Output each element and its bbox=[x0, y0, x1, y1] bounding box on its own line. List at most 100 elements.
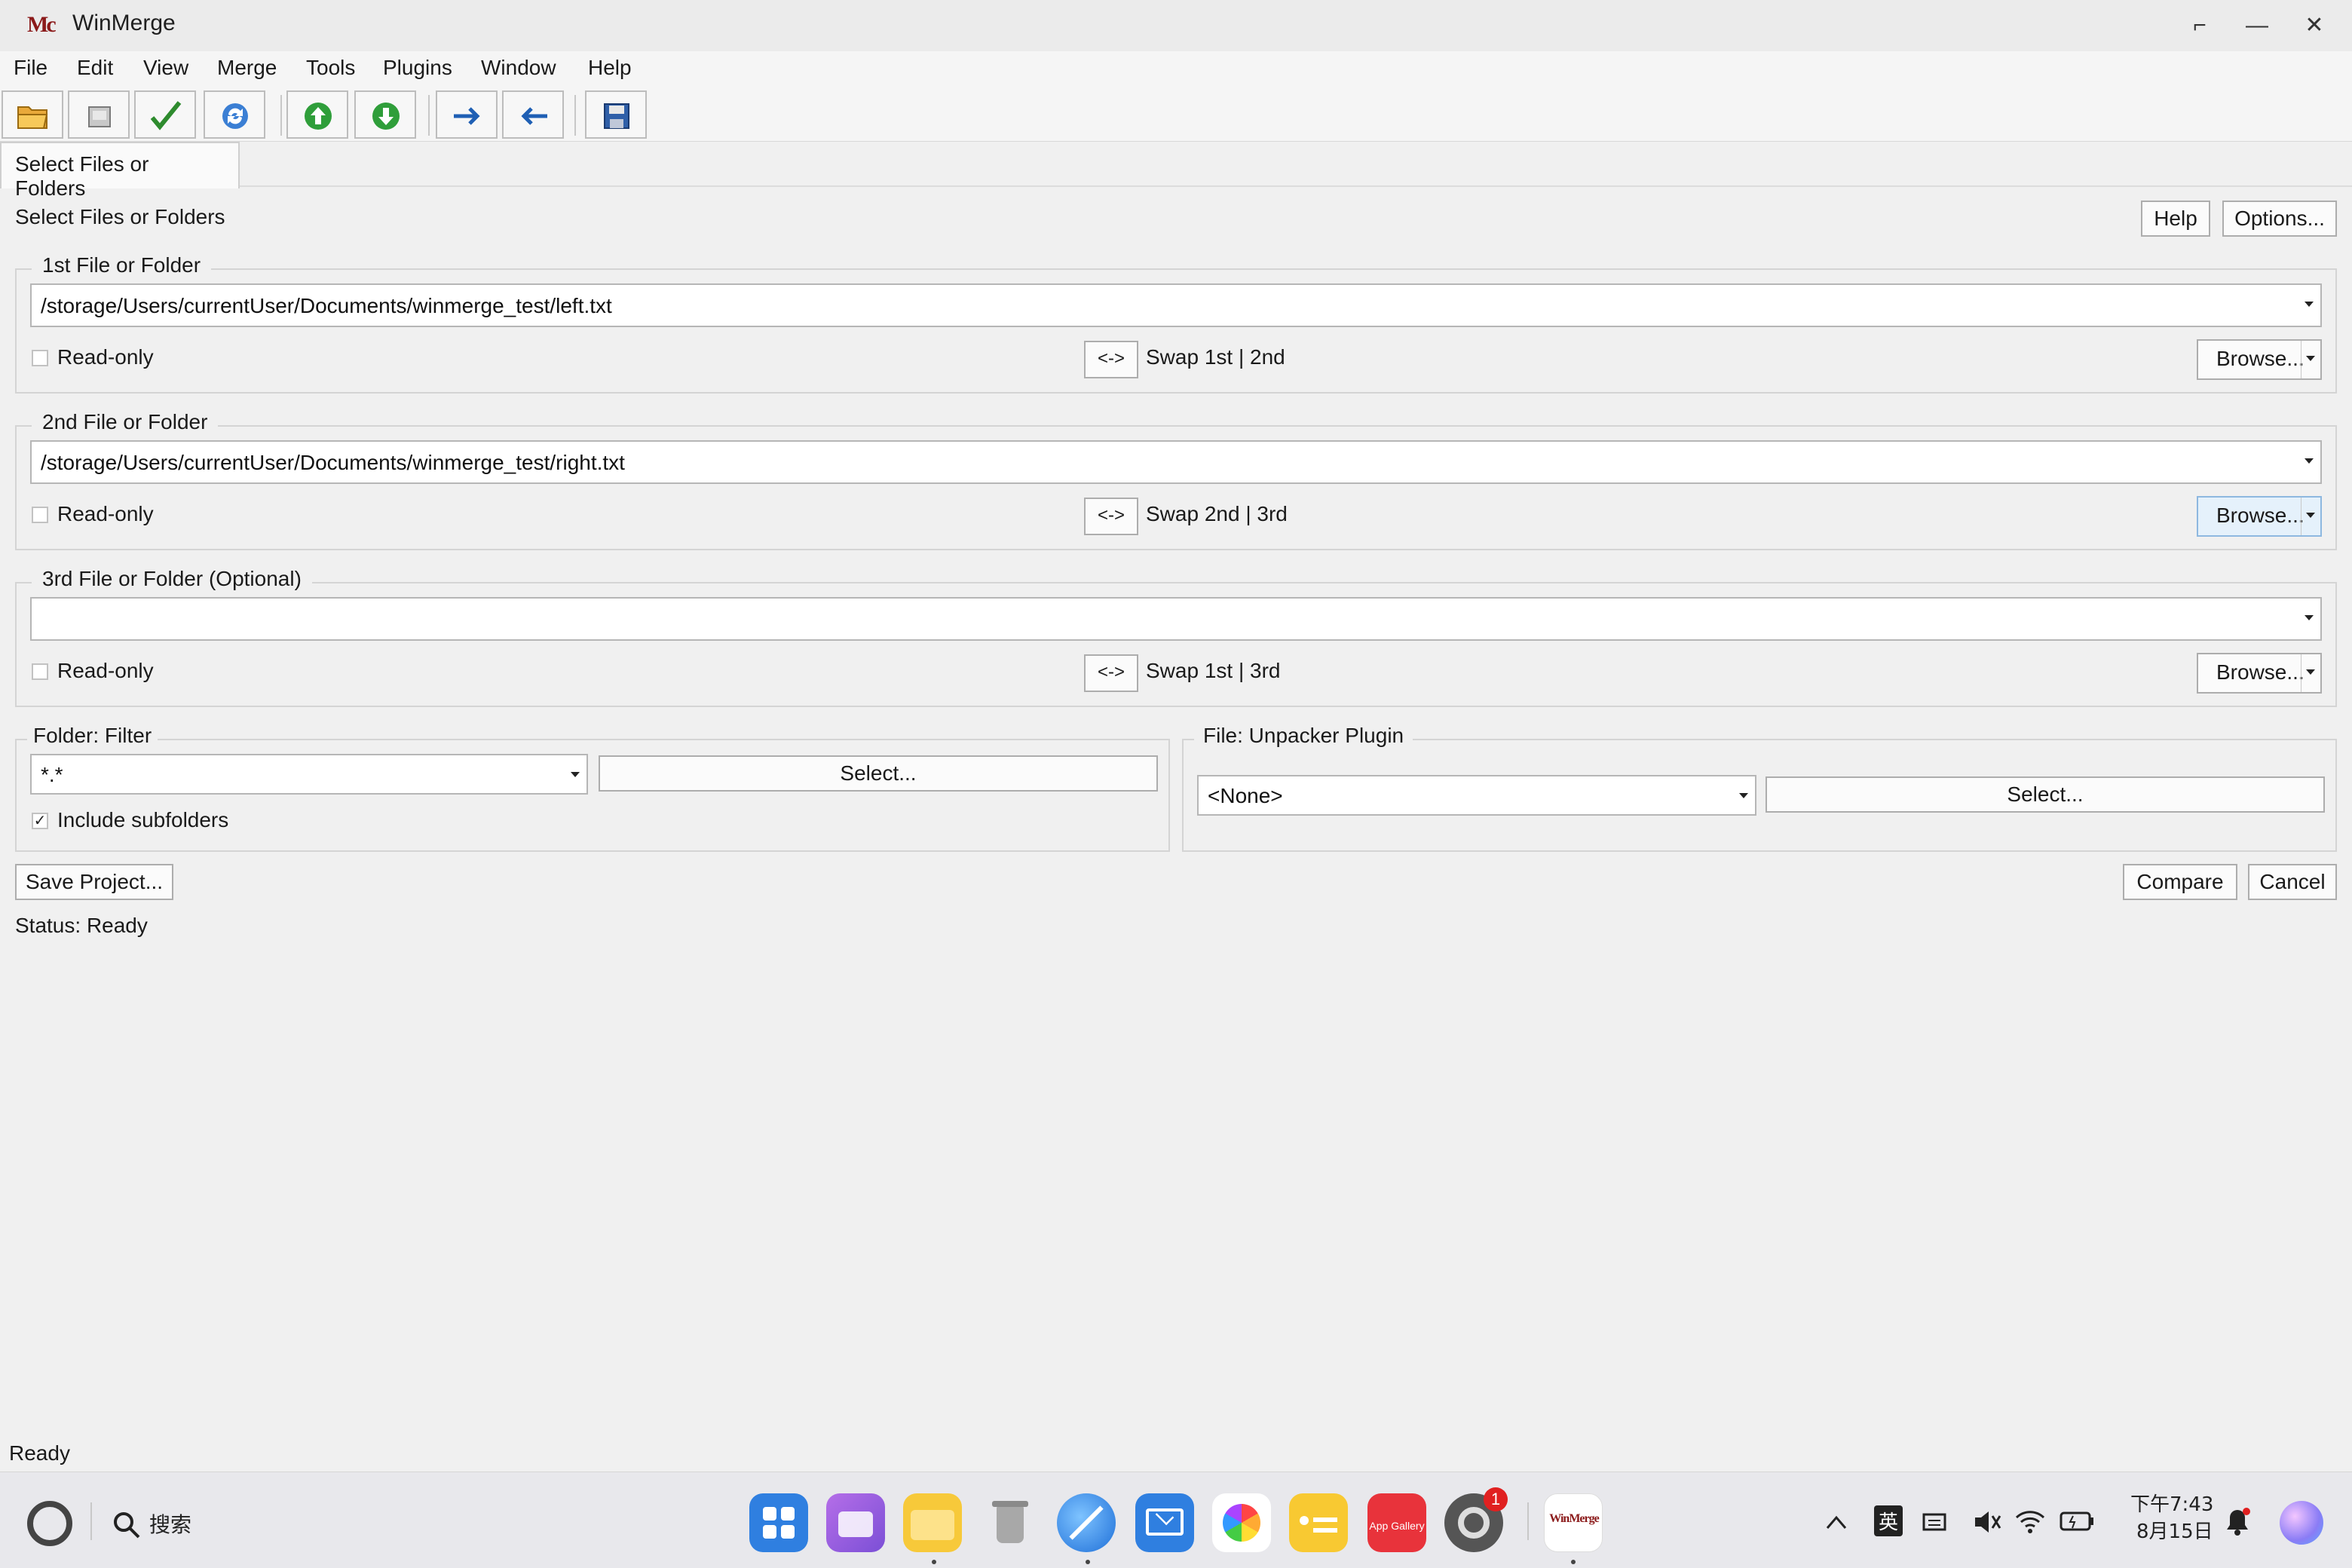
chevron-down-icon[interactable] bbox=[2301, 341, 2320, 378]
second-path-combo[interactable]: /storage/Users/currentUser/Documents/win… bbox=[30, 440, 2322, 484]
chevron-down-icon[interactable] bbox=[2301, 498, 2320, 535]
open-button[interactable] bbox=[2, 90, 63, 139]
second-path-value: /storage/Users/currentUser/Documents/win… bbox=[41, 451, 625, 474]
swap-2nd-3rd-button[interactable]: <-> bbox=[1084, 498, 1138, 535]
third-browse-button[interactable]: Browse... bbox=[2197, 653, 2322, 694]
swap-1st-3rd-button[interactable]: <-> bbox=[1084, 654, 1138, 692]
options-button[interactable]: Options... bbox=[2222, 201, 2337, 237]
menu-view[interactable]: View bbox=[143, 56, 188, 80]
keyboard-icon[interactable] bbox=[1921, 1508, 1948, 1536]
chevron-down-icon[interactable] bbox=[2298, 285, 2320, 326]
chevron-down-icon[interactable] bbox=[2298, 599, 2320, 639]
accept-button[interactable] bbox=[134, 90, 196, 139]
first-browse-label: Browse... bbox=[2216, 347, 2305, 370]
files-folder-icon[interactable] bbox=[903, 1493, 962, 1552]
winmerge-logo-icon: Mc bbox=[27, 12, 57, 37]
mail-icon[interactable] bbox=[1135, 1493, 1194, 1552]
third-path-combo[interactable] bbox=[30, 597, 2322, 641]
volume-muted-icon[interactable] bbox=[1972, 1508, 2002, 1536]
winmerge-taskbar-icon[interactable]: WinMerge bbox=[1544, 1493, 1603, 1552]
chevron-down-icon[interactable] bbox=[2301, 654, 2320, 692]
prev-diff-button[interactable] bbox=[286, 90, 348, 139]
first-file-group: 1st File or Folder /storage/Users/curren… bbox=[15, 253, 2337, 394]
include-subfolders-checkbox[interactable]: ✓ bbox=[32, 813, 48, 829]
launcher-grid-icon[interactable] bbox=[749, 1493, 808, 1552]
taskbar-divider bbox=[1527, 1502, 1529, 1540]
third-file-group-title: 3rd File or Folder (Optional) bbox=[32, 567, 312, 591]
battery-icon[interactable] bbox=[2060, 1510, 2094, 1533]
trash-icon[interactable] bbox=[980, 1493, 1039, 1552]
save-project-button[interactable]: Save Project... bbox=[15, 864, 173, 900]
menu-merge[interactable]: Merge bbox=[217, 56, 277, 80]
assistant-orb-icon[interactable] bbox=[2280, 1501, 2323, 1545]
start-icon[interactable] bbox=[27, 1501, 72, 1546]
device-icon bbox=[88, 106, 111, 127]
chevron-down-icon[interactable] bbox=[2298, 442, 2320, 482]
first-path-combo[interactable]: /storage/Users/currentUser/Documents/win… bbox=[30, 283, 2322, 327]
toolbar-separator bbox=[574, 95, 576, 136]
menu-window[interactable]: Window bbox=[481, 56, 556, 80]
clock-date[interactable]: 8月15日 bbox=[2136, 1516, 2213, 1544]
device-button[interactable] bbox=[68, 90, 130, 139]
unpacker-plugin-title: File: Unpacker Plugin bbox=[1194, 724, 1413, 748]
title-bar: Mc WinMerge ⌐ — ✕ bbox=[0, 0, 2352, 51]
browser-icon[interactable] bbox=[1057, 1493, 1116, 1552]
copy-left-button[interactable] bbox=[502, 90, 564, 139]
clock-time[interactable]: 下午7:43 bbox=[2130, 1489, 2213, 1517]
first-browse-button[interactable]: Browse... bbox=[2197, 339, 2322, 380]
bell-icon[interactable] bbox=[2224, 1507, 2251, 1537]
chevron-down-icon[interactable] bbox=[1732, 776, 1755, 814]
first-path-value: /storage/Users/currentUser/Documents/win… bbox=[41, 294, 612, 317]
minimize-button[interactable]: — bbox=[2234, 8, 2280, 44]
multitask-icon[interactable] bbox=[826, 1493, 885, 1552]
swap-1st-2nd-label: Swap 1st | 2nd bbox=[1146, 345, 1285, 369]
next-diff-button[interactable] bbox=[354, 90, 416, 139]
second-file-group-title: 2nd File or Folder bbox=[32, 410, 219, 434]
app-gallery-icon[interactable]: App Gallery bbox=[1367, 1493, 1426, 1552]
second-browse-button[interactable]: Browse... bbox=[2197, 496, 2322, 537]
unpacker-select-button[interactable]: Select... bbox=[1766, 776, 2325, 813]
window-title: WinMerge bbox=[72, 11, 176, 35]
swap-1st-2nd-button[interactable]: <-> bbox=[1084, 341, 1138, 378]
cancel-button[interactable]: Cancel bbox=[2248, 864, 2337, 900]
running-indicator bbox=[1571, 1560, 1576, 1564]
notes-icon[interactable] bbox=[1289, 1493, 1348, 1552]
notification-badge: 1 bbox=[1484, 1487, 1508, 1511]
taskbar-divider bbox=[90, 1502, 92, 1540]
search-label[interactable]: 搜索 bbox=[149, 1508, 191, 1539]
unpacker-value: <None> bbox=[1208, 784, 1283, 807]
include-subfolders-label: Include subfolders bbox=[57, 808, 229, 831]
second-readonly-checkbox[interactable] bbox=[32, 507, 48, 523]
chevron-up-icon[interactable] bbox=[1824, 1511, 1848, 1533]
open-folder-icon bbox=[17, 106, 48, 129]
menu-help[interactable]: Help bbox=[588, 56, 632, 80]
compare-button[interactable]: Compare bbox=[2123, 864, 2237, 900]
refresh-button[interactable] bbox=[204, 90, 265, 139]
close-button[interactable]: ✕ bbox=[2292, 8, 2337, 44]
checkmark-icon bbox=[150, 101, 182, 130]
chevron-down-icon[interactable] bbox=[564, 755, 586, 793]
help-button[interactable]: Help bbox=[2141, 201, 2210, 237]
menu-file[interactable]: File bbox=[14, 56, 47, 80]
menu-edit[interactable]: Edit bbox=[77, 56, 113, 80]
first-readonly-checkbox[interactable] bbox=[32, 350, 48, 366]
status-bar: Ready bbox=[0, 1438, 2352, 1472]
copy-right-button[interactable] bbox=[436, 90, 498, 139]
menu-plugins[interactable]: Plugins bbox=[383, 56, 452, 80]
save-button[interactable] bbox=[585, 90, 647, 139]
filter-select-button[interactable]: Select... bbox=[599, 755, 1158, 792]
filter-value: *.* bbox=[41, 763, 63, 786]
search-icon[interactable] bbox=[112, 1510, 142, 1540]
wifi-icon[interactable] bbox=[2014, 1507, 2046, 1536]
third-readonly-checkbox[interactable] bbox=[32, 663, 48, 680]
ime-indicator[interactable]: 英 bbox=[1874, 1505, 1903, 1536]
tab-select-files[interactable]: Select Files or Folders bbox=[0, 142, 240, 200]
restore-button[interactable]: ⌐ bbox=[2177, 8, 2222, 44]
unpacker-combo[interactable]: <None> bbox=[1197, 775, 1756, 816]
photos-icon[interactable] bbox=[1212, 1493, 1271, 1552]
unpacker-plugin-group: File: Unpacker Plugin <None> Select... bbox=[1182, 724, 2337, 852]
third-browse-label: Browse... bbox=[2216, 660, 2305, 684]
filter-combo[interactable]: *.* bbox=[30, 754, 588, 795]
arrow-left-icon bbox=[521, 107, 547, 125]
menu-tools[interactable]: Tools bbox=[306, 56, 355, 80]
